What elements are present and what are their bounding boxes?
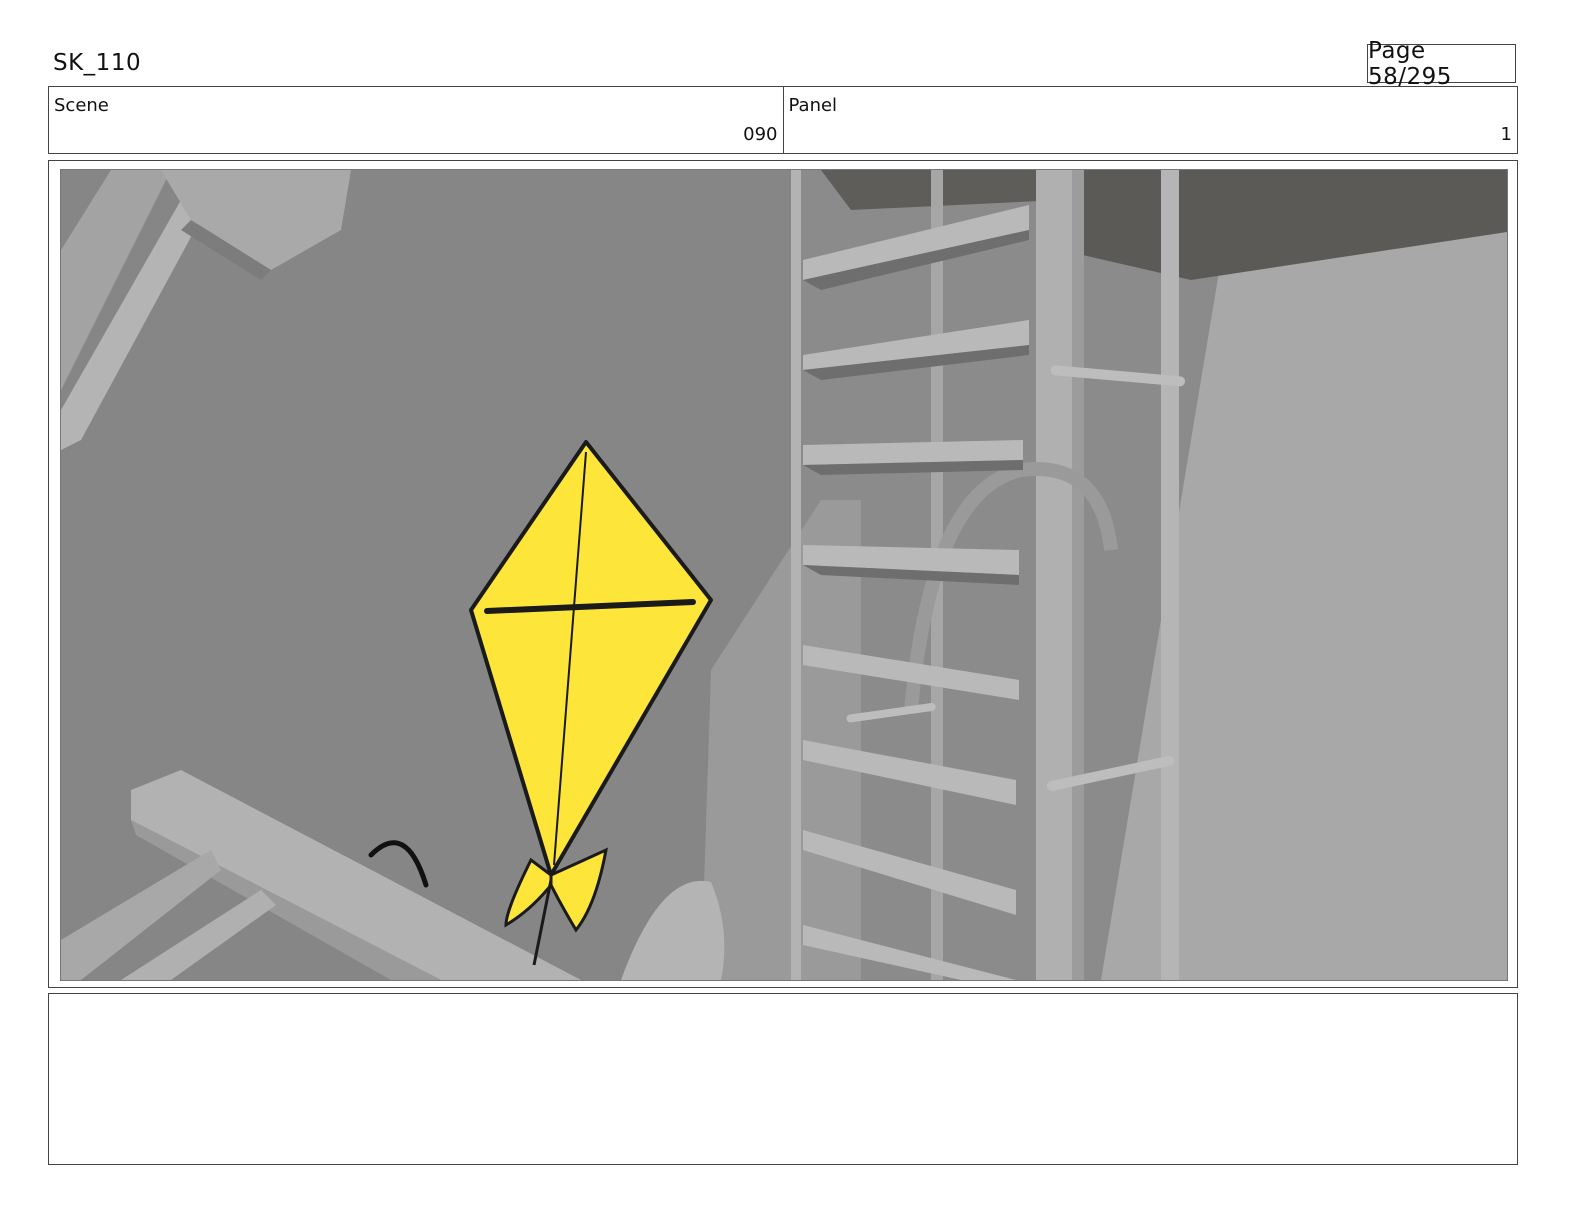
panel-notes bbox=[48, 993, 1518, 1165]
pole-right bbox=[1161, 170, 1179, 980]
panel-cell: Panel 1 bbox=[782, 87, 1518, 153]
panel-frame bbox=[48, 160, 1518, 988]
panel-artwork bbox=[60, 169, 1508, 981]
page-indicator: Page 58/295 bbox=[1367, 38, 1516, 90]
ladder-rail-right bbox=[1036, 170, 1072, 980]
panel-number: 1 bbox=[1500, 124, 1512, 145]
scene-number: 090 bbox=[743, 124, 778, 145]
ladder-rail-left bbox=[791, 170, 801, 980]
scene-label: Scene bbox=[54, 95, 109, 116]
panel-label: Panel bbox=[788, 95, 838, 116]
scene-illustration bbox=[61, 170, 1507, 980]
scene-cell: Scene 090 bbox=[49, 87, 783, 153]
storyboard-title: SK_110 bbox=[53, 50, 142, 76]
scene-panel-header: Scene 090 Panel 1 bbox=[48, 86, 1518, 154]
